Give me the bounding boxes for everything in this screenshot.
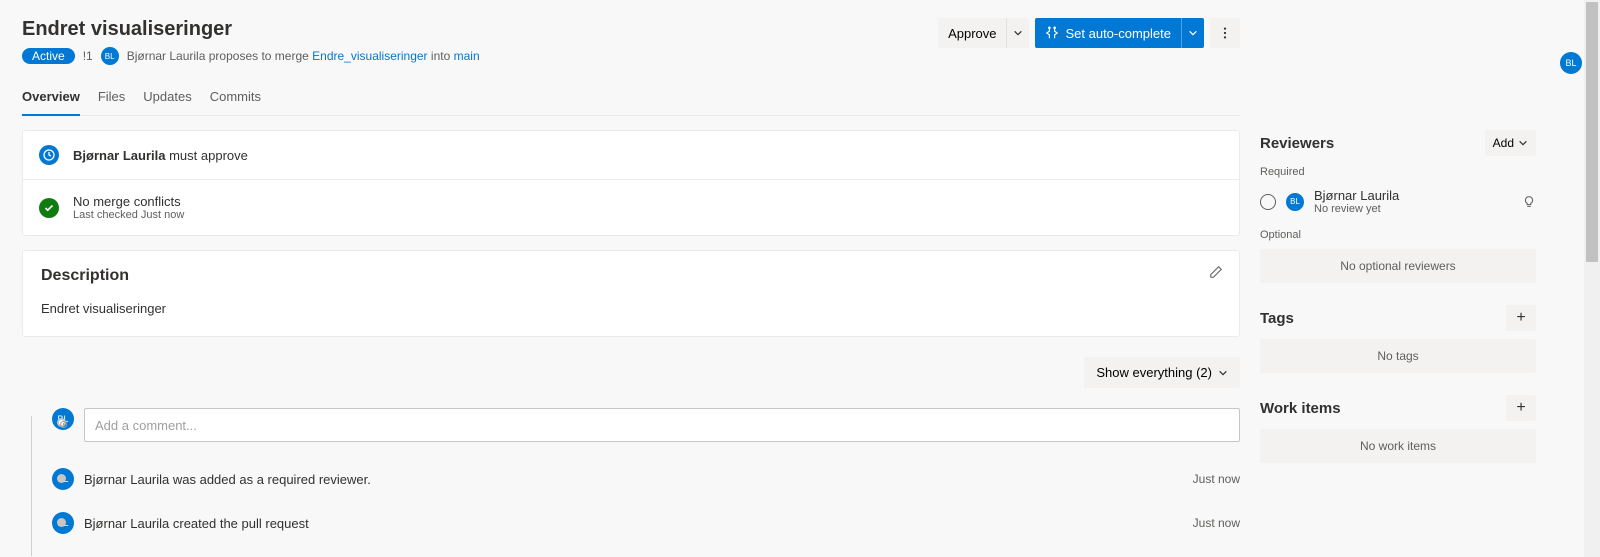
autocomplete-button-group: Set auto-complete: [1035, 18, 1204, 48]
tab-commits[interactable]: Commits: [210, 89, 261, 115]
approve-button-group: Approve: [938, 18, 1029, 48]
activity-text: Bjørnar Laurila was added as a required …: [84, 472, 371, 487]
chevron-down-icon: [1013, 28, 1023, 38]
timeline-dot: [57, 418, 66, 427]
scrollbar-thumb[interactable]: [1586, 2, 1598, 262]
more-actions-button[interactable]: [1210, 18, 1240, 48]
activity-item: BL Bjørnar Laurila created the pull requ…: [52, 512, 1240, 534]
add-tag-button[interactable]: +: [1506, 305, 1536, 331]
activity-time: Just now: [1193, 516, 1240, 530]
description-heading: Description: [41, 267, 1221, 285]
optional-label: Optional: [1260, 229, 1536, 241]
reviewer-suggestion-button[interactable]: [1522, 195, 1536, 209]
reviewer-name: Bjørnar Laurila: [1314, 188, 1399, 203]
pencil-icon: [1209, 265, 1223, 279]
target-branch-link[interactable]: main: [454, 49, 480, 63]
description-card: Description Endret visualiseringer: [22, 250, 1240, 337]
source-branch-link[interactable]: Endre_visualiseringer: [312, 49, 427, 63]
timeline-dot: [57, 474, 66, 483]
reviewer-item[interactable]: BL Bjørnar Laurila No review yet: [1260, 184, 1536, 219]
activity-filter-button[interactable]: Show everything (2): [1084, 357, 1240, 388]
activity-item: BL Bjørnar Laurila was added as a requir…: [52, 468, 1240, 490]
reviewer-avatar: BL: [1286, 193, 1304, 211]
merge-proposal-text: Bjørnar Laurila proposes to merge Endre_…: [127, 49, 480, 63]
page-title: Endret visualiseringer: [22, 18, 938, 41]
tags-heading: Tags: [1260, 310, 1506, 327]
description-body: Endret visualiseringer: [41, 301, 1221, 316]
approval-required-text: Bjørnar Laurila must approve: [73, 148, 248, 163]
check-icon: [39, 198, 59, 218]
autocomplete-icon: [1045, 26, 1059, 40]
tab-overview[interactable]: Overview: [22, 89, 80, 116]
vertical-scrollbar[interactable]: [1584, 0, 1600, 557]
edit-description-button[interactable]: [1209, 265, 1223, 279]
tags-section: Tags + No tags: [1260, 305, 1536, 373]
user-avatar[interactable]: BL: [1560, 52, 1582, 74]
activity-time: Just now: [1193, 472, 1240, 486]
comment-input[interactable]: [84, 408, 1240, 442]
review-status-ring-icon: [1260, 194, 1276, 210]
set-autocomplete-button[interactable]: Set auto-complete: [1035, 18, 1181, 48]
chevron-down-icon: [1188, 28, 1198, 38]
reviewers-heading: Reviewers: [1260, 135, 1485, 152]
tab-bar: Overview Files Updates Commits: [22, 89, 1240, 116]
workitems-empty: No work items: [1260, 429, 1536, 463]
tags-empty: No tags: [1260, 339, 1536, 373]
chevron-down-icon: [1518, 138, 1528, 148]
timeline-line: [31, 416, 32, 556]
tab-files[interactable]: Files: [98, 89, 125, 115]
activity-timeline: BL BL Bjørnar Laurila was added as a req…: [22, 408, 1240, 556]
reviewer-status: No review yet: [1314, 203, 1399, 215]
status-badge: Active: [22, 48, 75, 64]
activity-text: Bjørnar Laurila created the pull request: [84, 516, 309, 531]
merge-status-text: No merge conflicts: [73, 194, 184, 209]
clock-icon: [39, 145, 59, 165]
merge-status-subtext: Last checked Just now: [73, 209, 184, 221]
autocomplete-dropdown[interactable]: [1181, 18, 1204, 48]
comment-composer: BL: [52, 408, 1240, 442]
reviewers-section: Reviewers Add Required BL Bjørnar Lauril…: [1260, 130, 1536, 283]
author-avatar: BL: [101, 47, 119, 65]
approve-dropdown[interactable]: [1006, 18, 1029, 48]
add-workitem-button[interactable]: +: [1506, 395, 1536, 421]
status-card: Bjørnar Laurila must approve No merge co…: [22, 130, 1240, 236]
more-vertical-icon: [1218, 26, 1232, 40]
lightbulb-icon: [1522, 195, 1536, 209]
timeline-dot: [57, 518, 66, 527]
clock-icon: [59, 420, 68, 429]
chevron-down-icon: [1218, 368, 1228, 378]
tab-updates[interactable]: Updates: [143, 89, 191, 115]
workitems-section: Work items + No work items: [1260, 395, 1536, 463]
workitems-heading: Work items: [1260, 400, 1506, 417]
add-reviewer-button[interactable]: Add: [1485, 130, 1536, 156]
approve-button[interactable]: Approve: [938, 18, 1006, 48]
pr-id: !1: [83, 49, 93, 63]
optional-reviewers-empty: No optional reviewers: [1260, 249, 1536, 283]
required-label: Required: [1260, 166, 1536, 178]
